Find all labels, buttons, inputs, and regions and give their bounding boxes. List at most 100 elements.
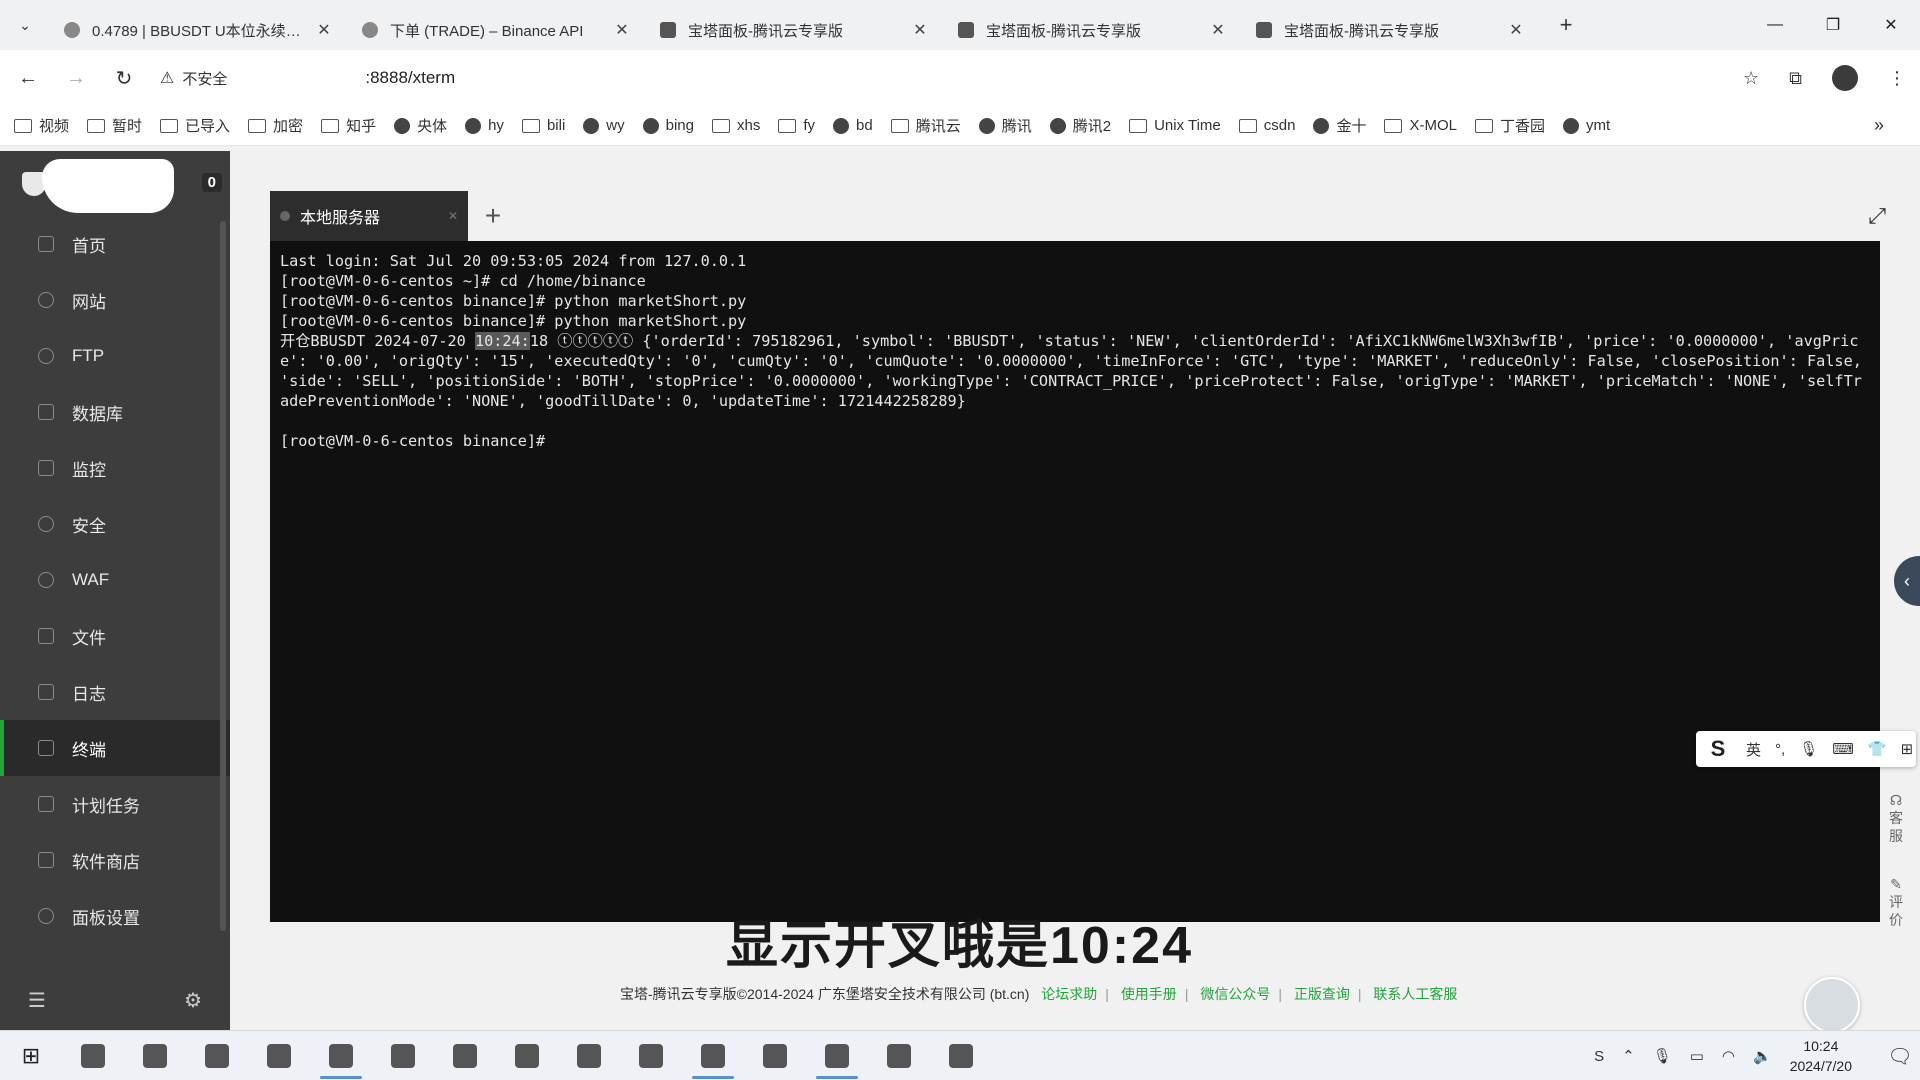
browser-tab[interactable]: 0.4789 | BBUSDT U本位永续合约 ✕	[50, 10, 348, 50]
taskbar-app[interactable]	[868, 1031, 930, 1080]
floating-support-avatar[interactable]	[1804, 977, 1860, 1033]
task-view-button[interactable]	[62, 1031, 124, 1080]
new-tab-plus-icon[interactable]: +	[1546, 12, 1586, 38]
bookmark-item[interactable]: bili	[521, 117, 565, 134]
ime-language[interactable]: 英	[1746, 739, 1761, 760]
sidebar-item-terminal[interactable]: 终端	[0, 720, 230, 776]
grid-menu-icon[interactable]: ⊞	[1901, 740, 1914, 758]
fullscreen-icon[interactable]: ⤢	[1868, 203, 1886, 229]
taskbar-app[interactable]	[124, 1031, 186, 1080]
taskbar-app[interactable]	[434, 1031, 496, 1080]
bookmark-item[interactable]: 知乎	[321, 115, 376, 136]
close-icon[interactable]: ✕	[448, 209, 458, 223]
notification-center-icon[interactable]: 🗨	[1880, 1044, 1920, 1069]
taskbar-app[interactable]	[248, 1031, 310, 1080]
sidebar-item-monitor[interactable]: 监控	[0, 440, 230, 496]
terminal-output[interactable]: Last login: Sat Jul 20 09:53:05 2024 fro…	[270, 241, 1880, 922]
tab-close-icon[interactable]: ✕	[612, 20, 632, 40]
collapse-menu-icon[interactable]: ☰	[28, 988, 46, 1013]
sidebar-item-files[interactable]: 文件	[0, 608, 230, 664]
volume-icon[interactable]: 🔈	[1753, 1047, 1772, 1065]
minimize-icon[interactable]: —	[1746, 0, 1804, 50]
bookmark-item[interactable]: hy	[465, 117, 504, 134]
footer-link-forum[interactable]: 论坛求助	[1041, 986, 1097, 1002]
bookmark-item[interactable]: X-MOL	[1384, 117, 1457, 134]
profile-avatar-icon[interactable]	[1832, 65, 1858, 91]
taskbar-app[interactable]	[558, 1031, 620, 1080]
sidebar-item-home[interactable]: 首页	[0, 216, 230, 272]
tab-close-icon[interactable]: ✕	[314, 20, 334, 40]
taskbar-app[interactable]	[310, 1031, 372, 1080]
tab-close-icon[interactable]: ✕	[1208, 20, 1228, 40]
bookmark-item[interactable]: 腾讯2	[1049, 115, 1111, 136]
bookmark-item[interactable]: 腾讯云	[890, 115, 961, 136]
taskbar-app[interactable]	[186, 1031, 248, 1080]
forward-arrow-icon[interactable]: →	[56, 58, 96, 98]
notification-badge[interactable]: 0	[201, 173, 222, 192]
customer-service-link[interactable]: 客服	[1884, 809, 1908, 845]
close-window-icon[interactable]: ✕	[1862, 0, 1920, 50]
footer-link-manual[interactable]: 使用手册	[1121, 986, 1177, 1002]
browser-tab[interactable]: 下单 (TRADE) – Binance API ✕	[348, 10, 646, 50]
taskbar-app[interactable]	[930, 1031, 992, 1080]
bookmark-item[interactable]: wy	[583, 117, 625, 134]
headset-icon[interactable]: ☊	[1884, 791, 1908, 809]
browser-tab[interactable]: 宝塔面板-腾讯云专享版 ✕	[1242, 10, 1540, 50]
bookmark-item[interactable]: 金十	[1313, 115, 1366, 136]
taskbar-app[interactable]	[806, 1031, 868, 1080]
terminal-prompt[interactable]: [root@VM-0-6-centos binance]#	[280, 431, 1870, 451]
sidebar-item-logs[interactable]: 日志	[0, 664, 230, 720]
sidebar-item-app-store[interactable]: 软件商店	[0, 832, 230, 888]
extensions-puzzle-icon[interactable]: ⧉	[1789, 68, 1802, 89]
taskbar-app[interactable]	[620, 1031, 682, 1080]
wifi-icon[interactable]: ◠	[1722, 1047, 1735, 1065]
sidebar-scrollbar[interactable]	[220, 221, 226, 931]
skin-shirt-icon[interactable]: 👕	[1868, 740, 1887, 758]
back-arrow-icon[interactable]: ←	[8, 58, 48, 98]
edit-icon[interactable]: ✎	[1884, 875, 1908, 893]
browser-tab[interactable]: 宝塔面板-腾讯云专享版 ✕	[944, 10, 1242, 50]
clock[interactable]: 10:24 2024/7/20	[1790, 1036, 1852, 1076]
bookmark-item[interactable]: 央体	[394, 115, 447, 136]
keyboard-icon[interactable]: ⌨	[1832, 740, 1854, 758]
taskbar-app[interactable]	[496, 1031, 558, 1080]
bookmark-item[interactable]: fy	[778, 117, 815, 134]
sidebar-item-database[interactable]: 数据库	[0, 384, 230, 440]
taskbar-app[interactable]	[682, 1031, 744, 1080]
bookmark-item[interactable]: 腾讯	[978, 115, 1032, 136]
bookmark-item[interactable]: 视频	[14, 115, 69, 136]
bookmark-item[interactable]: 加密	[248, 115, 303, 136]
sidebar-item-security[interactable]: 安全	[0, 496, 230, 552]
terminal-tab[interactable]: 本地服务器 ✕	[270, 191, 468, 241]
footer-link-wechat[interactable]: 微信公众号	[1200, 986, 1270, 1002]
microphone-icon[interactable]: 🎙	[1653, 1047, 1672, 1065]
battery-icon[interactable]: ▭	[1690, 1047, 1704, 1065]
restore-icon[interactable]: ❐	[1804, 0, 1862, 50]
chevron-up-icon[interactable]: ⌃	[1622, 1047, 1635, 1065]
footer-link-support[interactable]: 联系人工客服	[1373, 986, 1457, 1002]
bookmark-item[interactable]: xhs	[711, 117, 760, 134]
tab-close-icon[interactable]: ✕	[910, 20, 930, 40]
taskbar-app[interactable]	[744, 1031, 806, 1080]
reload-icon[interactable]: ↻	[104, 58, 144, 98]
sidebar-item-website[interactable]: 网站	[0, 272, 230, 328]
taskbar-app[interactable]	[372, 1031, 434, 1080]
bookmark-item[interactable]: 丁香园	[1474, 115, 1545, 136]
sidebar-item-ftp[interactable]: FTP	[0, 328, 230, 384]
browser-tab[interactable]: 宝塔面板-腾讯云专享版 ✕	[646, 10, 944, 50]
bookmark-item[interactable]: 已导入	[160, 115, 230, 136]
sogou-logo-icon[interactable]: S	[1704, 735, 1732, 763]
star-bookmark-icon[interactable]: ☆	[1743, 68, 1759, 89]
bookmarks-overflow-icon[interactable]: »	[1874, 115, 1884, 136]
sidebar-item-settings[interactable]: 面板设置	[0, 888, 230, 944]
bookmark-item[interactable]: bing	[642, 117, 694, 134]
bookmark-item[interactable]: bd	[833, 117, 873, 134]
start-button[interactable]: ⊞	[0, 1031, 62, 1080]
url-field[interactable]: :8888/xterm	[365, 68, 455, 88]
bookmark-item[interactable]: 暂时	[87, 115, 142, 136]
sidebar-item-cron[interactable]: 计划任务	[0, 776, 230, 832]
footer-link-license[interactable]: 正版查询	[1294, 986, 1350, 1002]
bookmark-item[interactable]: csdn	[1238, 117, 1295, 134]
add-terminal-plus-icon[interactable]: +	[468, 200, 518, 232]
tab-close-icon[interactable]: ✕	[1506, 20, 1526, 40]
